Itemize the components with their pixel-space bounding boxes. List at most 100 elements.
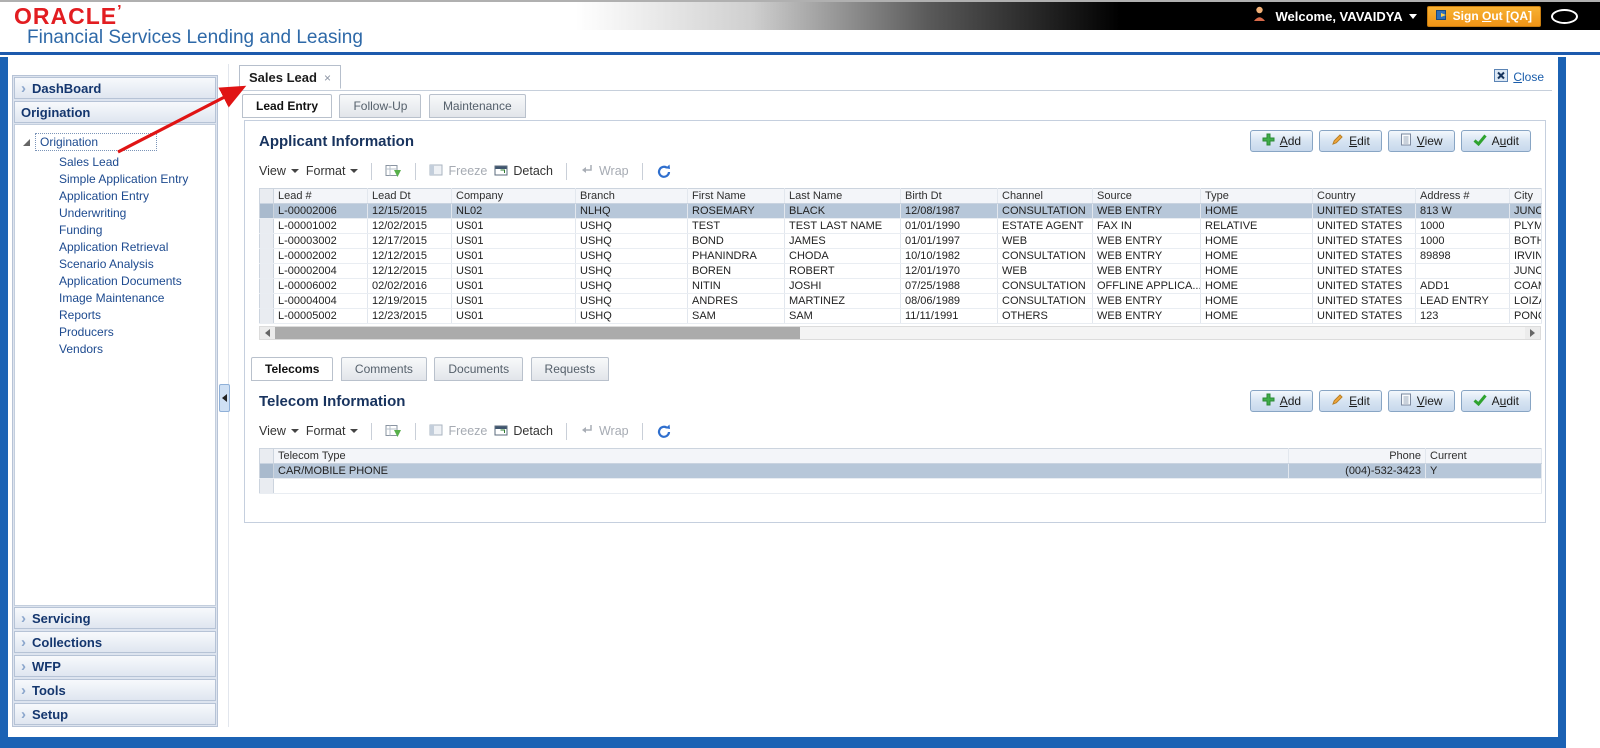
cell[interactable]: BOND	[687, 233, 785, 249]
row-selector[interactable]	[259, 278, 274, 294]
cell[interactable]: 08/06/1989	[900, 293, 998, 309]
wrap-button[interactable]: Wrap	[580, 164, 629, 178]
cell[interactable]: ESTATE AGENT	[997, 218, 1093, 234]
cell[interactable]: USHQ	[575, 248, 688, 264]
format-menu[interactable]: Format	[306, 164, 359, 178]
cell[interactable]: WEB ENTRY	[1092, 248, 1201, 264]
cell[interactable]: PHANINDRA	[687, 248, 785, 264]
cell[interactable]: US01	[451, 308, 576, 324]
sign-out-button[interactable]: Sign Out [QA]	[1426, 5, 1541, 27]
cell[interactable]: UNITED STATES	[1312, 218, 1416, 234]
col-telecom-type[interactable]: Telecom Type	[273, 448, 1289, 464]
detach-button[interactable]: Detach	[494, 424, 553, 439]
add-button[interactable]: Add	[1249, 130, 1314, 152]
cell[interactable]: 01/01/1990	[900, 218, 998, 234]
cell[interactable]: UNITED STATES	[1312, 293, 1416, 309]
cell[interactable]: USHQ	[575, 308, 688, 324]
sidebar-item-application-documents[interactable]: Application Documents	[21, 273, 215, 289]
cell[interactable]: (004)-532-3423	[1288, 463, 1426, 479]
cell[interactable]: NLHQ	[575, 203, 688, 219]
cell[interactable]: CONSULTATION	[997, 203, 1093, 219]
cell[interactable]: LEAD ENTRY	[1415, 293, 1510, 309]
cell[interactable]: JUNCOS	[1509, 203, 1542, 219]
cell[interactable]: 1000	[1415, 233, 1510, 249]
cell[interactable]: US01	[451, 248, 576, 264]
cell[interactable]: US01	[451, 278, 576, 294]
cell[interactable]: UNITED STATES	[1312, 263, 1416, 279]
tree-expanded-icon[interactable]	[23, 138, 30, 146]
sidebar-collapse-handle[interactable]	[219, 384, 230, 412]
cell[interactable]: 813 W	[1415, 203, 1510, 219]
cell[interactable]: CAR/MOBILE PHONE	[273, 463, 1289, 479]
col-lead[interactable]: Lead #	[273, 188, 368, 204]
col-birth-dt[interactable]: Birth Dt	[900, 188, 998, 204]
sidebar-section-tools[interactable]: › Tools	[14, 679, 216, 701]
cell[interactable]: ROBERT	[784, 263, 901, 279]
col-last-name[interactable]: Last Name	[784, 188, 901, 204]
col-first-name[interactable]: First Name	[687, 188, 785, 204]
sidebar-item-simple-application-entry[interactable]: Simple Application Entry	[21, 171, 215, 187]
cell[interactable]: US01	[451, 233, 576, 249]
scrollbar-thumb[interactable]	[275, 327, 800, 339]
table-row[interactable]: L-00001002 12/02/2015 US01 USHQ TEST TEST LAS…	[259, 218, 1542, 234]
table-row[interactable]: L-00002004 12/12/2015 US01 USHQ BOREN ROBERT 1…	[259, 263, 1542, 279]
cell[interactable]: 12/02/2015	[367, 218, 452, 234]
row-selector[interactable]	[259, 233, 274, 249]
cell[interactable]: SAM	[784, 308, 901, 324]
tab-follow-up[interactable]: Follow-Up	[339, 94, 422, 118]
row-selector[interactable]	[259, 263, 274, 279]
row-selector[interactable]	[259, 218, 274, 234]
cell[interactable]: WEB ENTRY	[1092, 293, 1201, 309]
cell[interactable]: USHQ	[575, 233, 688, 249]
cell[interactable]: COAMO	[1509, 278, 1542, 294]
cell[interactable]: 11/11/1991	[900, 308, 998, 324]
cell[interactable]: Y	[1425, 463, 1542, 479]
cell[interactable]: OFFLINE APPLICA...	[1092, 278, 1201, 294]
cell[interactable]: BOTHELL	[1509, 233, 1542, 249]
tab-maintenance[interactable]: Maintenance	[428, 94, 526, 118]
sidebar-item-image-maintenance[interactable]: Image Maintenance	[21, 290, 215, 306]
sidebar-section-servicing[interactable]: › Servicing	[14, 607, 216, 629]
table-row[interactable]: L-00003002 12/17/2015 US01 USHQ BOND JAMES 01/…	[259, 233, 1542, 249]
cell[interactable]: ADD1	[1415, 278, 1510, 294]
close-page-link[interactable]: Close	[1494, 69, 1544, 85]
cell[interactable]: 12/12/2015	[367, 263, 452, 279]
row-selector[interactable]	[259, 248, 274, 264]
cell[interactable]: JUNCOS	[1509, 263, 1542, 279]
col-address[interactable]: Address #	[1415, 188, 1510, 204]
cell[interactable]: BLACK	[784, 203, 901, 219]
col-branch[interactable]: Branch	[575, 188, 688, 204]
col-lead-dt[interactable]: Lead Dt	[367, 188, 452, 204]
cell[interactable]: 12/01/1970	[900, 263, 998, 279]
table-row[interactable]: L-00005002 12/23/2015 US01 USHQ SAM SAM 11/11/…	[259, 308, 1542, 324]
sidebar-section-wfp[interactable]: › WFP	[14, 655, 216, 677]
row-selector[interactable]	[259, 308, 274, 324]
cell[interactable]: 10/10/1982	[900, 248, 998, 264]
cell[interactable]: WEB	[997, 233, 1093, 249]
cell[interactable]: 07/25/1988	[900, 278, 998, 294]
cell[interactable]: L-00001002	[273, 218, 368, 234]
doc-tab-sales-lead[interactable]: Sales Lead ×	[239, 65, 341, 89]
cell[interactable]: USHQ	[575, 263, 688, 279]
cell[interactable]: HOME	[1200, 308, 1313, 324]
freeze-button[interactable]: Freeze	[429, 164, 487, 179]
cell[interactable]: WEB ENTRY	[1092, 263, 1201, 279]
cell[interactable]: JOSHI	[784, 278, 901, 294]
welcome-menu[interactable]: Welcome, VAVAIDYA	[1276, 9, 1417, 24]
scroll-right-button[interactable]	[1525, 327, 1540, 339]
cell[interactable]: HOME	[1200, 263, 1313, 279]
cell[interactable]: LOIZA	[1509, 293, 1542, 309]
sidebar-item-application-retrieval[interactable]: Application Retrieval	[21, 239, 215, 255]
cell[interactable]: 12/12/2015	[367, 248, 452, 264]
cell[interactable]: WEB ENTRY	[1092, 203, 1201, 219]
cell[interactable]: TEST LAST NAME	[784, 218, 901, 234]
cell[interactable]: ROSEMARY	[687, 203, 785, 219]
sidebar-section-dashboard[interactable]: › DashBoard	[14, 77, 216, 99]
scroll-left-button[interactable]	[260, 327, 275, 339]
tab-documents[interactable]: Documents	[434, 357, 524, 381]
cell[interactable]: CONSULTATION	[997, 248, 1093, 264]
view-button[interactable]: View	[1387, 130, 1455, 152]
col-city[interactable]: City	[1509, 188, 1542, 204]
table-row[interactable]: L-00004004 12/19/2015 US01 USHQ ANDRES MARTIN…	[259, 293, 1542, 309]
cell[interactable]: L-00002006	[273, 203, 368, 219]
